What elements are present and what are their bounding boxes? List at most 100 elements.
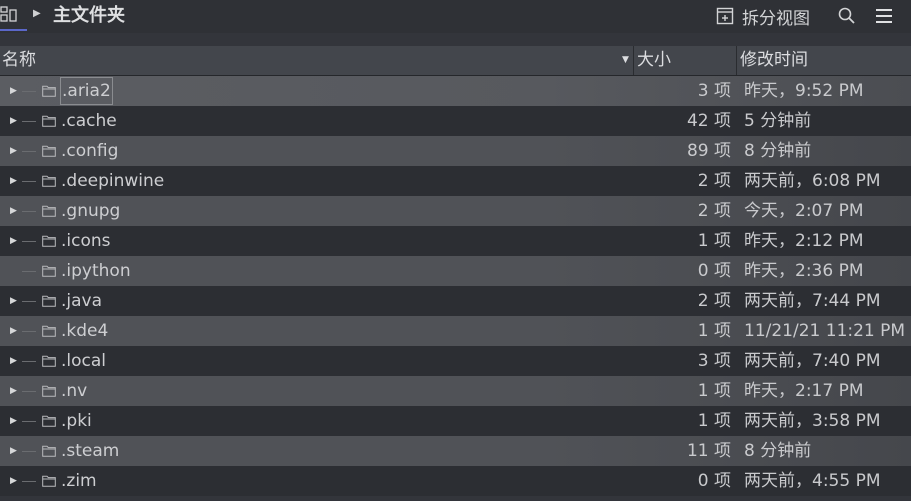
file-modified-time: 两天前，3:58 PM [744,411,881,431]
file-size: 89 项 [686,141,731,161]
tree-connector [22,121,36,122]
file-size: 2 项 [697,291,731,311]
tree-connector [22,271,36,272]
file-modified-time: 昨天，2:36 PM [744,261,864,281]
folder-icon [42,325,56,337]
file-name: .config [61,141,119,161]
folder-icon [42,205,56,217]
tree-connector [22,181,36,182]
expand-arrow-icon[interactable]: ▶ [10,376,17,406]
file-name: .java [61,291,103,311]
folder-icon [42,475,56,487]
file-row[interactable]: ▶ .java 2 项两天前，7:44 PM [0,286,911,316]
sort-descending-icon[interactable]: ▼ [622,46,629,75]
folder-icon [42,175,56,187]
file-name: .pki [61,411,92,431]
file-size: 2 项 [697,171,731,191]
folder-icon [42,115,56,127]
expand-arrow-icon[interactable]: ▶ [10,106,17,136]
file-row[interactable]: ▶ .pki 1 项两天前，3:58 PM [0,406,911,436]
expand-arrow-icon[interactable]: ▶ [10,436,17,466]
file-modified-time: 8 分钟前 [744,141,812,161]
file-row[interactable]: ▶ .config 89 项 8 分钟前 [0,136,911,166]
file-row[interactable]: ▶ .icons 1 项昨天，2:12 PM [0,226,911,256]
toolbar: ▶ 主文件夹 拆分视图 [0,0,911,33]
search-icon[interactable] [837,6,857,26]
file-row[interactable]: ▶ .zim 0 项两天前，4:55 PM [0,466,911,496]
column-header-modified[interactable]: 修改时间 [740,46,808,75]
tree-connector [22,91,36,92]
folder-icon [42,355,56,367]
file-name: .nv [61,381,88,401]
file-size: 11 项 [686,441,731,461]
file-size: 1 项 [697,321,731,341]
file-row[interactable]: ▶ .gnupg 2 项今天，2:07 PM [0,196,911,226]
file-size: 3 项 [697,81,731,101]
file-row[interactable]: ▶ .deepinwine 2 项两天前，6:08 PM [0,166,911,196]
file-name: .kde4 [61,321,109,341]
file-row[interactable]: ▶ .kde4 1 项 11/21/21 11:21 PM [0,316,911,346]
tree-connector [22,361,36,362]
view-mode-icon[interactable] [0,5,18,23]
file-row[interactable]: ▶ .cache 42 项 5 分钟前 [0,106,911,136]
expand-arrow-icon[interactable]: ▶ [10,346,17,376]
expand-arrow-icon[interactable]: ▶ [10,286,17,316]
file-size: 0 项 [697,471,731,491]
file-name: .zim [61,471,97,491]
chevron-right-icon[interactable]: ▶ [33,8,41,19]
file-size: 1 项 [697,231,731,251]
tree-connector [22,151,36,152]
tree-connector [22,331,36,332]
split-view-button[interactable]: 拆分视图 [716,4,810,29]
file-modified-time: 5 分钟前 [744,111,812,131]
file-modified-time: 两天前，7:44 PM [744,291,881,311]
tree-connector [22,301,36,302]
expand-arrow-icon[interactable]: ▶ [10,406,17,436]
split-view-label: 拆分视图 [742,8,810,29]
file-modified-time: 昨天，9:52 PM [744,81,864,101]
tree-connector [22,391,36,392]
folder-icon [42,85,56,97]
breadcrumb-title[interactable]: 主文件夹 [53,4,125,28]
active-view-indicator [0,29,27,31]
tree-connector [22,481,36,482]
file-name: .gnupg [61,201,121,221]
file-modified-time: 昨天，2:17 PM [744,381,864,401]
file-size: 1 项 [697,381,731,401]
split-view-icon [716,7,734,25]
expand-arrow-icon[interactable]: ▶ [10,466,17,496]
file-size: 3 项 [697,351,731,371]
hamburger-menu-icon[interactable] [874,7,894,25]
expand-arrow-icon[interactable]: ▶ [10,196,17,226]
expand-arrow-icon[interactable]: ▶ [10,226,17,256]
expand-arrow-icon[interactable]: ▶ [10,76,17,106]
file-name: .ipython [61,261,131,281]
file-modified-time: 两天前，7:40 PM [744,351,881,371]
column-divider[interactable] [633,46,634,75]
file-row[interactable]: ▶ .nv 1 项昨天，2:17 PM [0,376,911,406]
tree-connector [22,241,36,242]
file-row[interactable]: ▶ .aria2 3 项昨天，9:52 PM [0,76,911,106]
column-divider[interactable] [736,46,737,75]
file-modified-time: 昨天，2:12 PM [744,231,864,251]
file-size: 42 项 [686,111,731,131]
file-row[interactable]: ▶ .steam 11 项 8 分钟前 [0,436,911,466]
file-size: 2 项 [697,201,731,221]
folder-icon [42,265,56,277]
file-size: 1 项 [697,411,731,431]
folder-icon [42,235,56,247]
file-row[interactable]: ▶ .local 3 项两天前，7:40 PM [0,346,911,376]
file-name: .deepinwine [61,171,165,191]
folder-icon [42,145,56,157]
expand-arrow-icon[interactable]: ▶ [10,166,17,196]
file-name: .cache [61,111,117,131]
column-header-name[interactable]: 名称 [2,46,36,75]
expand-arrow-icon[interactable]: ▶ [10,316,17,346]
folder-icon [42,385,56,397]
expand-arrow-icon[interactable]: ▶ [10,136,17,166]
file-name: .aria2 [60,77,113,105]
column-header-size[interactable]: 大小 [637,46,671,75]
tree-connector [22,421,36,422]
file-row[interactable]: .ipython 0 项昨天，2:36 PM [0,256,911,286]
column-header: 名称 ▼ 大小 修改时间 [0,46,911,76]
